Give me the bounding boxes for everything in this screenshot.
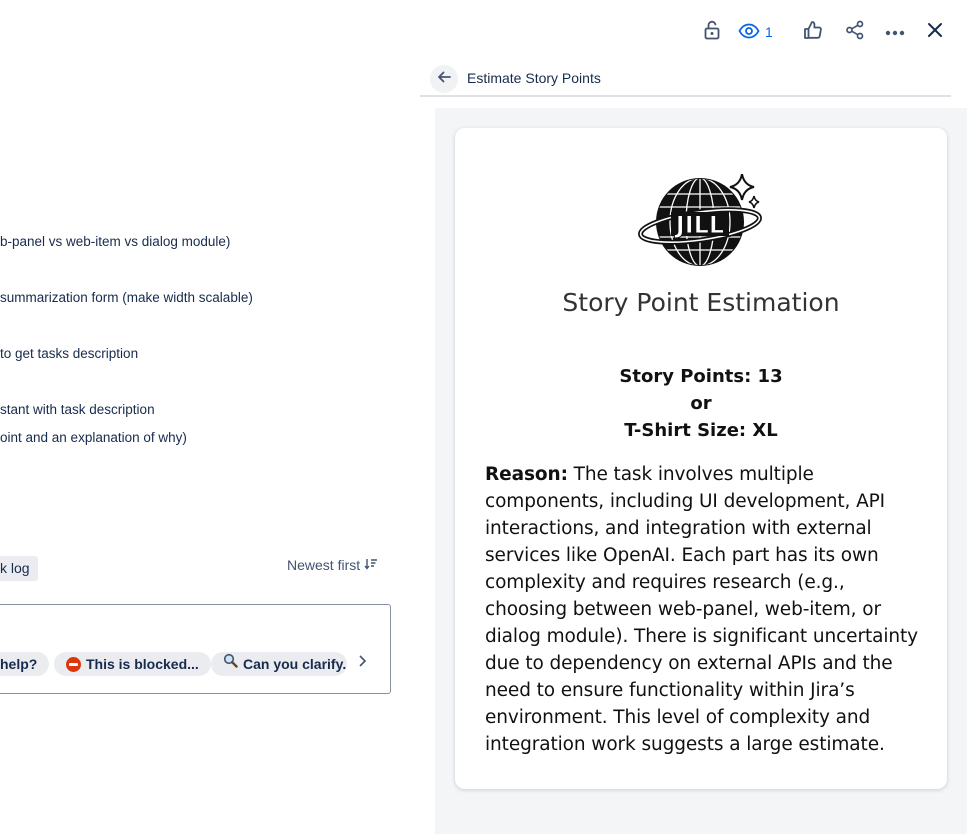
comment-input[interactable] (0, 604, 391, 694)
app-panel-header: Estimate Story Points (420, 62, 951, 97)
more-actions-button[interactable] (879, 16, 911, 48)
watch-button[interactable]: 1 (738, 23, 773, 42)
quick-reply-clarify[interactable]: Can you clarify... (211, 652, 347, 676)
jill-logo: JILL (638, 173, 766, 272)
no-entry-icon (66, 656, 81, 672)
estimate-summary: Story Points: 13 or T-Shirt Size: XL (455, 363, 947, 444)
description-line: b-panel vs web-item vs dialog module) (0, 234, 231, 249)
eye-icon (738, 23, 760, 42)
magnifier-icon (223, 652, 238, 676)
thumbs-up-icon (803, 20, 823, 45)
quick-reply-label: help? (0, 656, 38, 672)
app-title: Estimate Story Points (467, 70, 601, 86)
description-line: oint and an explanation of why) (0, 430, 187, 445)
close-button[interactable] (919, 16, 951, 48)
description-line: summarization form (make width scalable) (0, 290, 253, 305)
quick-reply-help[interactable]: help? (0, 652, 50, 676)
tshirt-size-value: T-Shirt Size: XL (624, 420, 778, 441)
estimation-card: JILL Story Point Estimation Story Points… (455, 128, 947, 789)
chevron-right-icon[interactable] (357, 652, 367, 676)
sort-label: Newest first (287, 557, 361, 573)
quick-reply-label: Can you clarify... (243, 656, 347, 672)
share-button[interactable] (839, 16, 871, 48)
story-points-value: Story Points: 13 (619, 366, 783, 387)
vote-button[interactable] (797, 16, 829, 48)
issue-toolbar: 1 (696, 16, 951, 48)
quick-reply-label: This is blocked... (86, 656, 199, 672)
description-line: to get tasks description (0, 346, 139, 361)
share-icon (845, 20, 865, 45)
reason-text: The task involves multiple components, i… (485, 464, 919, 755)
more-horizontal-icon (885, 23, 905, 41)
or-separator: or (690, 393, 712, 414)
watcher-count: 1 (765, 24, 773, 40)
arrow-left-icon (437, 70, 451, 89)
close-icon (927, 22, 943, 43)
card-title: Story Point Estimation (562, 288, 840, 317)
quick-reply-blocked[interactable]: This is blocked... (54, 652, 211, 676)
tab-work-log[interactable]: k log (0, 556, 38, 581)
reason-label: Reason: (485, 464, 568, 485)
app-panel-body: JILL Story Point Estimation Story Points… (435, 108, 967, 834)
logo-text: JILL (674, 211, 724, 239)
estimate-reason: Reason: The task involves multiple compo… (485, 461, 925, 758)
issue-details-pane: b-panel vs web-item vs dialog module) su… (0, 0, 420, 834)
sort-order-button[interactable]: Newest first (287, 557, 378, 573)
unlock-icon (703, 20, 721, 45)
restrictions-button[interactable] (696, 16, 728, 48)
back-button[interactable] (430, 65, 458, 93)
sort-descending-icon (364, 558, 378, 572)
description-line: stant with task description (0, 402, 155, 417)
